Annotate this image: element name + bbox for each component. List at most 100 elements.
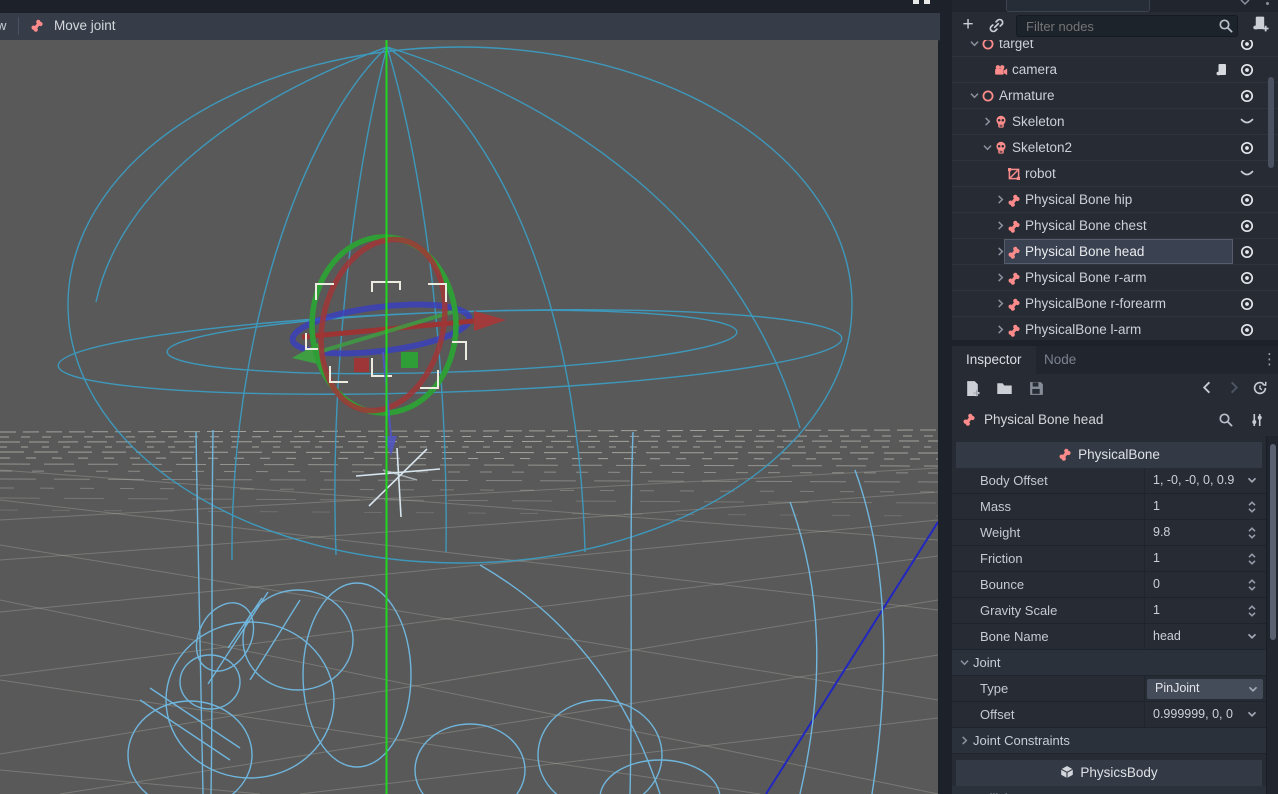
- visibility-on-icon[interactable]: [1239, 193, 1255, 207]
- tab-inspector[interactable]: Inspector: [952, 346, 1036, 374]
- save-resource-button[interactable]: [1028, 380, 1046, 398]
- expand-arrow-icon[interactable]: [994, 271, 1008, 285]
- chevron-down-icon[interactable]: [1245, 707, 1260, 722]
- history-back-button[interactable]: [1200, 380, 1218, 398]
- section-joint-constraints[interactable]: Joint Constraints: [952, 728, 1266, 754]
- collapse-arrow-icon[interactable]: [981, 141, 995, 155]
- search-properties-icon[interactable]: [1218, 412, 1235, 429]
- skeleton-icon: [994, 141, 1008, 155]
- expand-arrow-icon[interactable]: [994, 297, 1008, 311]
- collapse-arrow-icon[interactable]: [968, 40, 982, 51]
- tree-item-physical-bone-chest[interactable]: Physical Bone chest: [952, 213, 1278, 239]
- object-name: Physical Bone head: [984, 412, 1103, 427]
- section-label: Joint: [973, 655, 1000, 670]
- spinner-icon[interactable]: [1245, 603, 1260, 618]
- tree-item-camera[interactable]: camera: [952, 57, 1278, 83]
- expand-arrow-icon[interactable]: [981, 115, 995, 129]
- clipped-icon-fragment: [913, 0, 919, 4]
- property-value[interactable]: 0.999999, 0, 0: [1153, 707, 1233, 721]
- property-value[interactable]: head: [1153, 629, 1181, 643]
- chevron-down-icon[interactable]: [1245, 473, 1260, 488]
- tree-item-label: Physical Bone r-arm: [1025, 270, 1147, 285]
- collapse-arrow-icon[interactable]: [968, 89, 982, 103]
- property-value[interactable]: 1: [1153, 603, 1160, 617]
- property-value-cell: 0: [1144, 572, 1267, 597]
- tree-item-skeleton2[interactable]: Skeleton2: [952, 135, 1278, 161]
- property-label: Body Offset: [980, 473, 1048, 488]
- property-label: Bounce: [980, 577, 1024, 592]
- tree-item-label: Skeleton2: [1012, 140, 1072, 155]
- visibility-off-icon[interactable]: [1239, 167, 1255, 181]
- node3d-icon: [981, 89, 995, 103]
- tree-item-label: Skeleton: [1012, 114, 1065, 129]
- category-physicsbody[interactable]: PhysicsBody: [956, 760, 1262, 786]
- visibility-on-icon[interactable]: [1239, 219, 1255, 233]
- property-value[interactable]: 1: [1153, 551, 1160, 565]
- visibility-off-icon[interactable]: [1239, 115, 1255, 129]
- scrollbar-thumb[interactable]: [1268, 77, 1274, 168]
- property-value[interactable]: 1: [1153, 499, 1160, 513]
- category-label: PhysicsBody: [1080, 765, 1157, 780]
- visibility-on-icon[interactable]: [1239, 89, 1255, 103]
- category-physicalbone[interactable]: PhysicalBone: [956, 442, 1262, 468]
- viewport-3d[interactable]: [0, 40, 938, 794]
- spinner-icon[interactable]: [1245, 577, 1260, 592]
- section-joint[interactable]: Joint: [952, 650, 1266, 676]
- scene-tree-scrollbar[interactable]: [1268, 40, 1274, 340]
- tree-item-physicalbone-r-forearm[interactable]: PhysicalBone r-forearm: [952, 291, 1278, 317]
- visibility-on-icon[interactable]: [1239, 40, 1255, 51]
- option-button[interactable]: PinJoint: [1147, 679, 1263, 699]
- tree-item-target[interactable]: target: [952, 40, 1278, 57]
- visibility-on-icon[interactable]: [1239, 63, 1255, 77]
- magnifier-icon: [1218, 18, 1234, 34]
- tree-item-label: camera: [1012, 62, 1057, 77]
- clipped-menu-label[interactable]: w: [0, 18, 6, 33]
- tab-node[interactable]: Node: [1030, 346, 1090, 374]
- tree-item-physicalbone-l-arm[interactable]: PhysicalBone l-arm: [952, 317, 1278, 340]
- expand-arrow-icon[interactable]: [994, 219, 1008, 233]
- property-value[interactable]: 1, -0, -0, 0, 0.9: [1153, 473, 1234, 487]
- viewport-toolbar: w Move joint: [0, 13, 940, 41]
- load-resource-button[interactable]: [996, 380, 1014, 398]
- visibility-on-icon[interactable]: [1239, 271, 1255, 285]
- property-value[interactable]: 0: [1153, 577, 1160, 591]
- expand-arrow-icon[interactable]: [994, 245, 1008, 259]
- tree-item-armature[interactable]: Armature: [952, 83, 1278, 109]
- tree-item-skeleton[interactable]: Skeleton: [952, 109, 1278, 135]
- history-forward-button[interactable]: [1226, 380, 1244, 398]
- instance-scene-button[interactable]: [988, 17, 1006, 35]
- spinner-icon[interactable]: [1245, 525, 1260, 540]
- expand-arrow-icon[interactable]: [994, 323, 1008, 337]
- visibility-on-icon[interactable]: [1239, 323, 1255, 337]
- spinner-icon[interactable]: [1245, 499, 1260, 514]
- spinner-icon[interactable]: [1245, 551, 1260, 566]
- new-resource-button[interactable]: [964, 380, 982, 398]
- attach-script-button[interactable]: [1251, 16, 1270, 34]
- tree-item-physical-bone-head[interactable]: Physical Bone head: [952, 239, 1278, 265]
- object-history-button[interactable]: [1252, 380, 1270, 398]
- section-collision[interactable]: Collision: [952, 786, 1266, 794]
- dock-menu-icon[interactable]: ⋮: [1262, 350, 1277, 368]
- visibility-on-icon[interactable]: [1239, 141, 1255, 155]
- property-row-mass: Mass 1: [952, 494, 1266, 520]
- property-value-cell: head: [1144, 624, 1267, 649]
- tree-item-physical-bone-r-arm[interactable]: Physical Bone r-arm: [952, 265, 1278, 291]
- scrollbar-thumb[interactable]: [1270, 444, 1276, 640]
- property-row-offset: Offset 0.999999, 0, 0: [952, 702, 1266, 728]
- tree-item-physical-bone-hip[interactable]: Physical Bone hip: [952, 187, 1278, 213]
- property-value[interactable]: 9.8: [1153, 525, 1170, 539]
- property-value-cell: 9.8: [1144, 520, 1267, 545]
- expand-arrow-icon[interactable]: [994, 193, 1008, 207]
- script-icon[interactable]: [1214, 63, 1230, 77]
- visibility-on-icon[interactable]: [1239, 245, 1255, 259]
- tree-item-robot[interactable]: robot: [952, 161, 1278, 187]
- gizmo-red-plane-handle[interactable]: [354, 358, 369, 372]
- property-value-cell: 1: [1144, 494, 1267, 519]
- filter-nodes-input[interactable]: [1016, 15, 1238, 37]
- visibility-on-icon[interactable]: [1239, 297, 1255, 311]
- add-node-button[interactable]: +: [958, 15, 978, 35]
- gizmo-green-plane-handle[interactable]: [401, 352, 418, 368]
- inspector-scrollbar[interactable]: [1266, 436, 1278, 794]
- property-tools-icon[interactable]: [1249, 412, 1266, 429]
- chevron-down-icon[interactable]: [1245, 629, 1260, 644]
